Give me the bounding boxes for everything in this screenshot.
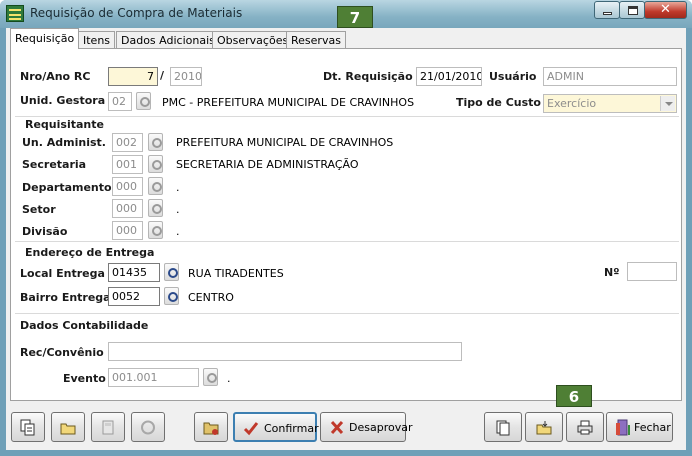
- calculator-button[interactable]: [91, 412, 125, 442]
- rec-convenio-label: Rec/Convênio: [20, 346, 104, 359]
- divider: [15, 241, 679, 242]
- export-folder-icon: [536, 421, 552, 435]
- copy-document-button[interactable]: [11, 412, 45, 442]
- export-button[interactable]: [525, 412, 563, 442]
- departamento-name: .: [176, 181, 180, 194]
- divisao-label: Divisão: [22, 225, 68, 238]
- departamento-label: Departamento: [22, 181, 112, 194]
- maximize-icon: [628, 6, 638, 15]
- unid-gestora-code-field[interactable]: 02: [108, 92, 132, 111]
- tab-itens[interactable]: Itens: [78, 31, 116, 48]
- exit-door-icon: [616, 419, 630, 436]
- un-administ-name: PREFEITURA MUNICIPAL DE CRAVINHOS: [176, 136, 394, 149]
- local-entrega-name: RUA TIRADENTES: [188, 267, 284, 280]
- minimize-button[interactable]: [594, 1, 620, 19]
- maximize-button[interactable]: [619, 1, 645, 19]
- divider: [15, 313, 679, 314]
- annotation-badge-7: 7: [337, 6, 373, 28]
- copy-pages-button[interactable]: [484, 412, 522, 442]
- bairro-entrega-code-field[interactable]: 0052: [108, 287, 160, 306]
- desaprovar-button[interactable]: Desaprovar: [320, 412, 412, 442]
- usuario-label: Usuário: [489, 70, 537, 83]
- bairro-entrega-name: CENTRO: [188, 291, 234, 304]
- unid-gestora-search-button[interactable]: [136, 92, 151, 110]
- divisao-code-field[interactable]: 000: [112, 221, 143, 240]
- setor-code-field[interactable]: 000: [112, 199, 143, 218]
- disabled-circle-button[interactable]: [131, 412, 165, 442]
- tab-reservas[interactable]: Reservas: [286, 31, 346, 48]
- ano-field[interactable]: 2010: [170, 67, 202, 86]
- local-entrega-search-button[interactable]: [164, 263, 179, 281]
- local-entrega-label: Local Entrega: [20, 267, 105, 280]
- unid-gestora-label: Unid. Gestora: [20, 94, 106, 107]
- divisao-name: .: [176, 225, 180, 238]
- secretaria-code-field[interactable]: 001: [112, 155, 143, 174]
- un-administ-label: Un. Administ.: [22, 136, 106, 149]
- open-folder-button[interactable]: [51, 412, 85, 442]
- report-alert-button[interactable]: [194, 412, 228, 442]
- open-folder-icon: [60, 423, 76, 435]
- pages-icon: [496, 420, 510, 436]
- calculator-icon: [102, 420, 114, 435]
- checkmark-icon: [243, 422, 259, 436]
- evento-field[interactable]: 001.001: [108, 368, 199, 387]
- close-button[interactable]: ✕: [644, 1, 687, 19]
- bairro-entrega-label: Bairro Entrega: [20, 291, 111, 304]
- cross-icon: [330, 420, 344, 435]
- confirmar-label: Confirmar: [264, 422, 319, 435]
- fechar-button[interactable]: Fechar: [606, 412, 673, 442]
- evento-label: Evento: [63, 372, 106, 385]
- evento-name: .: [227, 372, 231, 385]
- endereco-section-title: Endereço de Entrega: [25, 246, 155, 259]
- departamento-code-field[interactable]: 000: [112, 177, 143, 196]
- circle-arrow-icon: [141, 420, 155, 435]
- contabilidade-section-title: Dados Contabilidade: [20, 319, 149, 332]
- dt-requisicao-field[interactable]: 21/01/2010: [416, 67, 482, 86]
- rec-convenio-field[interactable]: [108, 342, 462, 361]
- evento-search-button[interactable]: [203, 368, 218, 386]
- setor-search-button[interactable]: [148, 199, 163, 217]
- divider: [15, 116, 679, 117]
- usuario-field[interactable]: ADMIN: [543, 67, 677, 86]
- tipo-custo-select[interactable]: Exercício: [543, 94, 677, 113]
- un-administ-search-button[interactable]: [148, 133, 163, 151]
- print-button[interactable]: [566, 412, 604, 442]
- nro-ano-label: Nro/Ano RC: [20, 70, 91, 83]
- tipo-custo-value: Exercício: [547, 97, 597, 110]
- app-logo-icon: [6, 5, 24, 22]
- tab-panel-requisicao: Nro/Ano RC 7 / 2010 Dt. Requisição 21/01…: [10, 48, 682, 401]
- divisao-search-button[interactable]: [148, 221, 163, 239]
- dt-requisicao-label: Dt. Requisição: [323, 70, 413, 83]
- secretaria-search-button[interactable]: [148, 155, 163, 173]
- setor-label: Setor: [22, 203, 56, 216]
- unid-gestora-name: PMC - PREFEITURA MUNICIPAL DE CRAVINHOS: [162, 96, 415, 109]
- numero-field[interactable]: [627, 262, 677, 281]
- setor-name: .: [176, 203, 180, 216]
- secretaria-name: SECRETARIA DE ADMINISTRAÇÃO: [176, 158, 359, 171]
- printer-icon: [577, 420, 593, 435]
- departamento-search-button[interactable]: [148, 177, 163, 195]
- un-administ-code-field[interactable]: 002: [112, 133, 143, 152]
- tipo-custo-label: Tipo de Custo: [456, 96, 541, 109]
- fechar-label: Fechar: [634, 421, 671, 434]
- nro-field[interactable]: 7: [108, 67, 158, 86]
- requisitante-section-title: Requisitante: [25, 118, 104, 131]
- secretaria-label: Secretaria: [22, 158, 87, 171]
- bairro-entrega-search-button[interactable]: [164, 287, 179, 305]
- tab-observacoes[interactable]: Observações: [212, 31, 294, 48]
- numero-label: Nº: [604, 266, 620, 279]
- annotation-badge-6: 6: [556, 385, 592, 407]
- desaprovar-label: Desaprovar: [349, 421, 413, 434]
- minimize-icon: [603, 12, 612, 15]
- nro-ano-slash: /: [160, 69, 165, 82]
- chevron-down-icon[interactable]: [660, 96, 675, 111]
- tab-requisicao[interactable]: Requisição: [10, 28, 80, 49]
- folder-alert-icon: [203, 422, 219, 435]
- close-icon: ✕: [660, 2, 671, 17]
- window-title: Requisição de Compra de Materiais: [30, 6, 243, 20]
- tab-dados-adicionais[interactable]: Dados Adicionais: [116, 31, 220, 48]
- copy-document-icon: [20, 419, 35, 436]
- local-entrega-code-field[interactable]: 01435: [108, 263, 160, 282]
- confirmar-button[interactable]: Confirmar: [233, 412, 319, 442]
